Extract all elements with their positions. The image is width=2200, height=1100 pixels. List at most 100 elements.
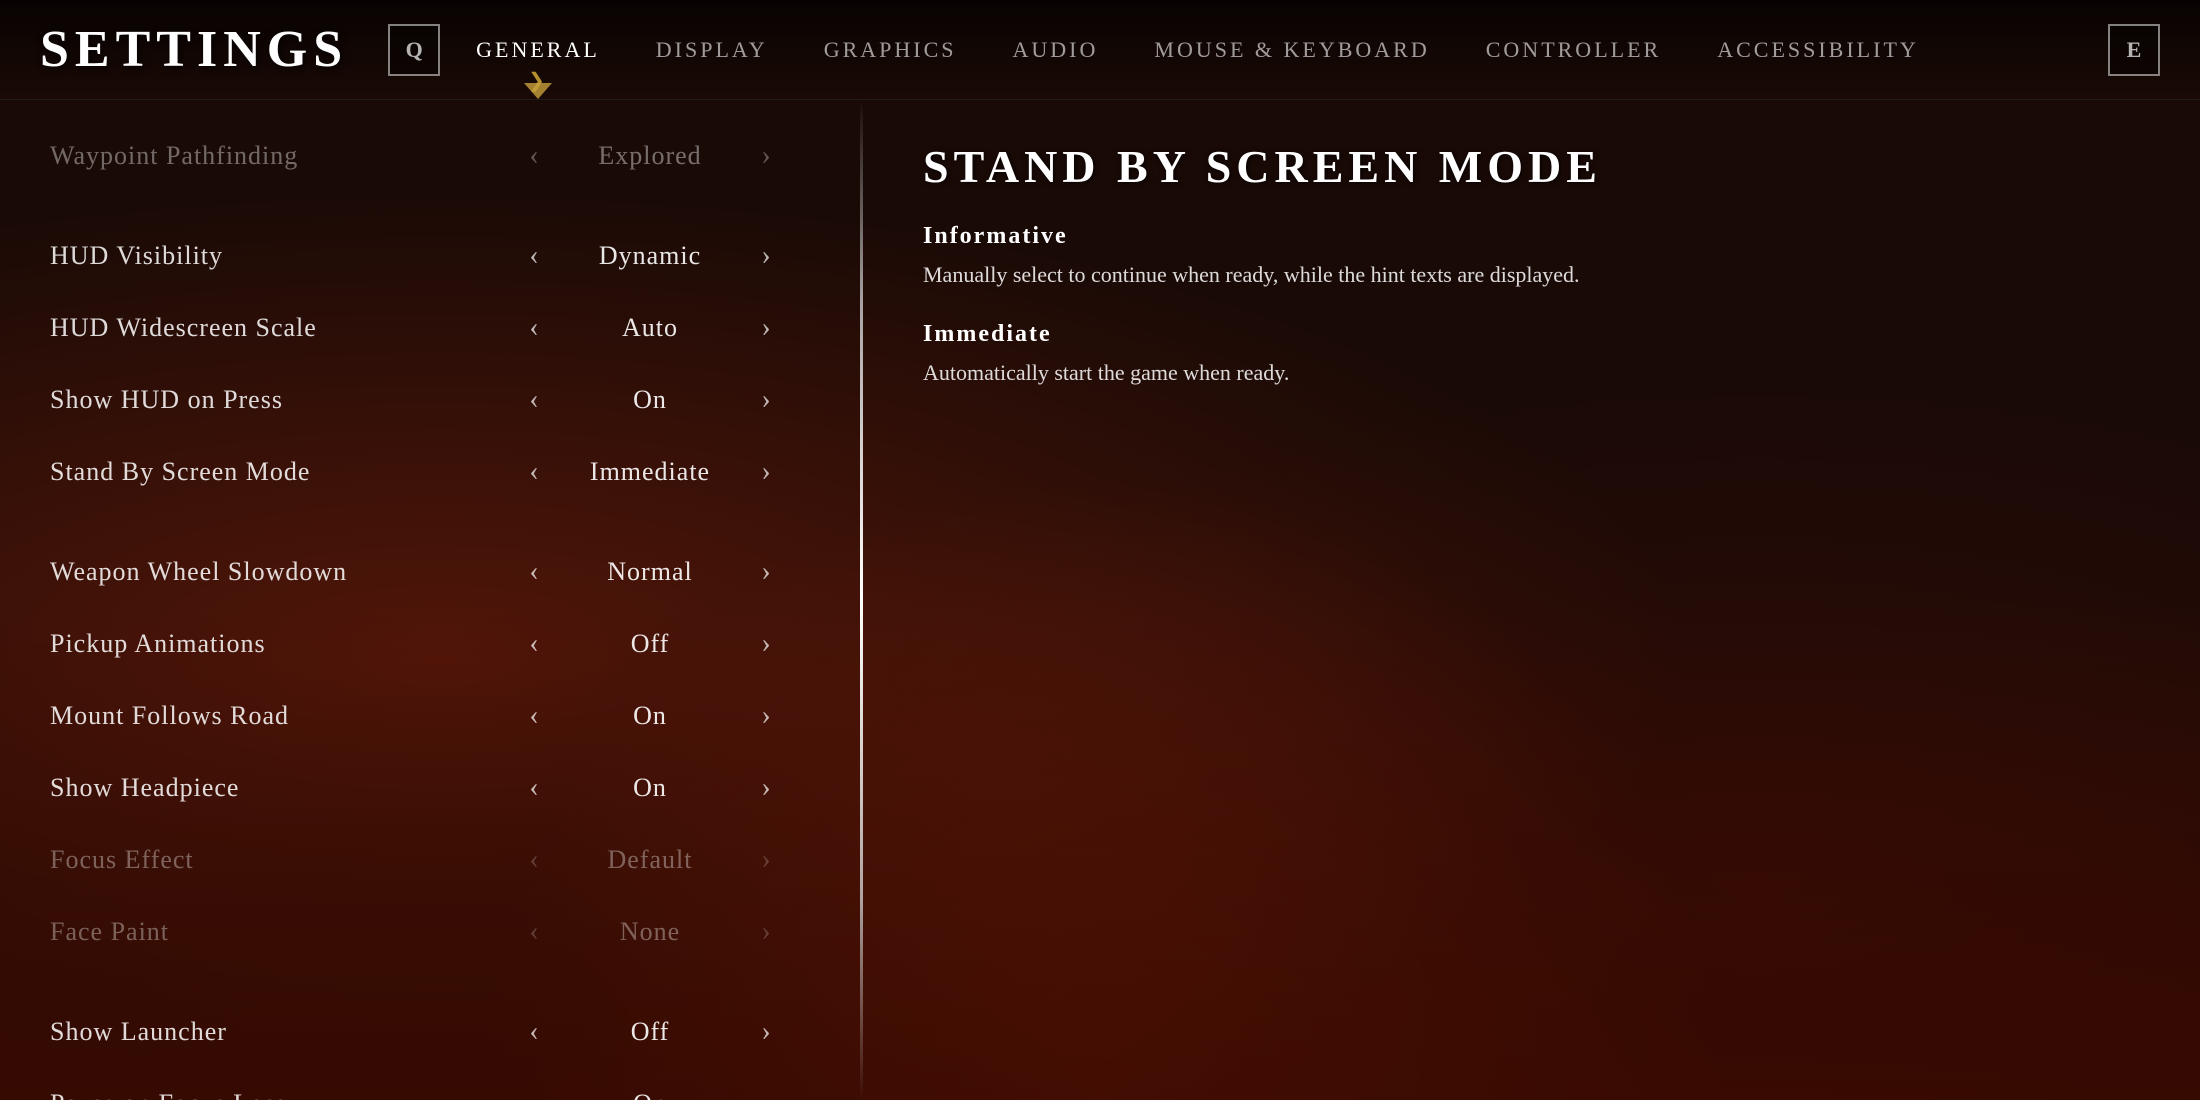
info-panel-title: STAND BY SCREEN MODE bbox=[923, 140, 2140, 193]
arrow-right-hud-visibility[interactable]: › bbox=[750, 242, 782, 270]
setting-row-focus-effect: Focus Effect ‹ Default › bbox=[0, 824, 860, 896]
setting-row-pause-focus-loss: Pause on Focus Loss ‹ On › bbox=[0, 1068, 860, 1100]
setting-control-pickup-animations: ‹ Off › bbox=[490, 629, 810, 659]
arrow-left-show-hud[interactable]: ‹ bbox=[518, 386, 550, 414]
arrow-right-show-launcher[interactable]: › bbox=[750, 1018, 782, 1046]
arrow-left-stand-by[interactable]: ‹ bbox=[518, 458, 550, 486]
setting-control-pause-focus-loss: ‹ On › bbox=[490, 1089, 810, 1100]
active-tab-indicator: ❯ bbox=[528, 68, 548, 93]
arrow-right-show-hud[interactable]: › bbox=[750, 386, 782, 414]
setting-label-mount-follows-road: Mount Follows Road bbox=[50, 701, 490, 731]
arrow-left-show-headpiece[interactable]: ‹ bbox=[518, 774, 550, 802]
setting-row-face-paint: Face Paint ‹ None › bbox=[0, 896, 860, 968]
info-section-informative-title: Informative bbox=[923, 223, 2140, 250]
setting-label-hud-visibility: HUD Visibility bbox=[50, 241, 490, 271]
setting-control-focus-effect: ‹ Default › bbox=[490, 845, 810, 875]
arrow-right-pickup-animations[interactable]: › bbox=[750, 630, 782, 658]
setting-row-hud-visibility: HUD Visibility ‹ Dynamic › bbox=[0, 220, 860, 292]
setting-label-show-launcher: Show Launcher bbox=[50, 1017, 490, 1047]
spacer-2 bbox=[0, 508, 860, 536]
setting-row-show-headpiece: Show Headpiece ‹ On › bbox=[0, 752, 860, 824]
tab-general[interactable]: GENERAL ❯ bbox=[448, 29, 628, 71]
setting-control-show-launcher: ‹ Off › bbox=[490, 1017, 810, 1047]
setting-label-show-headpiece: Show Headpiece bbox=[50, 773, 490, 803]
setting-control-show-hud: ‹ On › bbox=[490, 385, 810, 415]
spacer-1 bbox=[0, 192, 860, 220]
setting-label-show-hud: Show HUD on Press bbox=[50, 385, 490, 415]
setting-value-focus-effect: Default bbox=[570, 845, 730, 875]
setting-value-waypoint: Explored bbox=[570, 141, 730, 171]
arrow-left-pickup-animations[interactable]: ‹ bbox=[518, 630, 550, 658]
setting-label-hud-widescreen: HUD Widescreen Scale bbox=[50, 313, 490, 343]
setting-control-face-paint: ‹ None › bbox=[490, 917, 810, 947]
setting-value-stand-by: Immediate bbox=[570, 457, 730, 487]
setting-value-show-launcher: Off bbox=[570, 1017, 730, 1047]
setting-row-mount-follows-road: Mount Follows Road ‹ On › bbox=[0, 680, 860, 752]
nav-tabs: GENERAL ❯ DISPLAY GRAPHICS AUDIO MOUSE &… bbox=[448, 29, 2108, 71]
setting-row-pickup-animations: Pickup Animations ‹ Off › bbox=[0, 608, 860, 680]
setting-row-show-launcher: Show Launcher ‹ Off › bbox=[0, 996, 860, 1068]
arrow-left-face-paint[interactable]: ‹ bbox=[518, 918, 550, 946]
info-section-immediate-title: Immediate bbox=[923, 321, 2140, 348]
setting-row-faded: Waypoint Pathfinding ‹ Explored › bbox=[0, 120, 860, 192]
setting-control-hud-visibility: ‹ Dynamic › bbox=[490, 241, 810, 271]
arrow-right-stand-by[interactable]: › bbox=[750, 458, 782, 486]
arrow-left-focus-effect[interactable]: ‹ bbox=[518, 846, 550, 874]
setting-value-hud-widescreen: Auto bbox=[570, 313, 730, 343]
main-content: Waypoint Pathfinding ‹ Explored › HUD Vi… bbox=[0, 100, 2200, 1100]
setting-value-pickup-animations: Off bbox=[570, 629, 730, 659]
arrow-left-mount-follows-road[interactable]: ‹ bbox=[518, 702, 550, 730]
settings-panel: Waypoint Pathfinding ‹ Explored › HUD Vi… bbox=[0, 100, 860, 1100]
tab-display[interactable]: DISPLAY bbox=[628, 29, 796, 71]
tab-accessibility[interactable]: ACCESSIBILITY bbox=[1689, 29, 1947, 71]
setting-control-waypoint: ‹ Explored › bbox=[490, 141, 810, 171]
setting-control-mount-follows-road: ‹ On › bbox=[490, 701, 810, 731]
spacer-3 bbox=[0, 968, 860, 996]
setting-label-face-paint: Face Paint bbox=[50, 917, 490, 947]
setting-value-face-paint: None bbox=[570, 917, 730, 947]
arrow-right-hud-widescreen[interactable]: › bbox=[750, 314, 782, 342]
arrow-right-face-paint[interactable]: › bbox=[750, 918, 782, 946]
tab-prev-key[interactable]: Q bbox=[388, 24, 440, 76]
setting-label-weapon-wheel: Weapon Wheel Slowdown bbox=[50, 557, 490, 587]
setting-value-hud-visibility: Dynamic bbox=[570, 241, 730, 271]
setting-label-focus-effect: Focus Effect bbox=[50, 845, 490, 875]
setting-row-stand-by: Stand By Screen Mode ‹ Immediate › bbox=[0, 436, 860, 508]
arrow-left-weapon-wheel[interactable]: ‹ bbox=[518, 558, 550, 586]
arrow-right-waypoint[interactable]: › bbox=[750, 142, 782, 170]
setting-row-weapon-wheel: Weapon Wheel Slowdown ‹ Normal › bbox=[0, 536, 860, 608]
arrow-right-show-headpiece[interactable]: › bbox=[750, 774, 782, 802]
arrow-right-focus-effect[interactable]: › bbox=[750, 846, 782, 874]
setting-control-weapon-wheel: ‹ Normal › bbox=[490, 557, 810, 587]
setting-control-stand-by: ‹ Immediate › bbox=[490, 457, 810, 487]
arrow-left-show-launcher[interactable]: ‹ bbox=[518, 1018, 550, 1046]
arrow-left-hud-visibility[interactable]: ‹ bbox=[518, 242, 550, 270]
setting-label-waypoint: Waypoint Pathfinding bbox=[50, 141, 490, 171]
setting-label-pickup-animations: Pickup Animations bbox=[50, 629, 490, 659]
tab-audio[interactable]: AUDIO bbox=[985, 29, 1127, 71]
info-section-informative-text: Manually select to continue when ready, … bbox=[923, 258, 2140, 291]
setting-value-show-hud: On bbox=[570, 385, 730, 415]
setting-row-show-hud: Show HUD on Press ‹ On › bbox=[0, 364, 860, 436]
setting-value-show-headpiece: On bbox=[570, 773, 730, 803]
arrow-right-mount-follows-road[interactable]: › bbox=[750, 702, 782, 730]
arrow-left-pause-focus-loss[interactable]: ‹ bbox=[518, 1090, 550, 1100]
tab-graphics[interactable]: GRAPHICS bbox=[796, 29, 985, 71]
setting-control-show-headpiece: ‹ On › bbox=[490, 773, 810, 803]
arrow-left-hud-widescreen[interactable]: ‹ bbox=[518, 314, 550, 342]
info-section-immediate-text: Automatically start the game when ready. bbox=[923, 356, 2140, 389]
arrow-left-waypoint[interactable]: ‹ bbox=[518, 142, 550, 170]
setting-value-weapon-wheel: Normal bbox=[570, 557, 730, 587]
info-section-immediate: Immediate Automatically start the game w… bbox=[923, 321, 2140, 389]
setting-value-pause-focus-loss: On bbox=[570, 1089, 730, 1100]
arrow-right-weapon-wheel[interactable]: › bbox=[750, 558, 782, 586]
setting-label-stand-by: Stand By Screen Mode bbox=[50, 457, 490, 487]
setting-row-hud-widescreen: HUD Widescreen Scale ‹ Auto › bbox=[0, 292, 860, 364]
tab-controller[interactable]: CONTROLLER bbox=[1458, 29, 1689, 71]
setting-label-pause-focus-loss: Pause on Focus Loss bbox=[50, 1089, 490, 1100]
info-section-informative: Informative Manually select to continue … bbox=[923, 223, 2140, 291]
info-panel: STAND BY SCREEN MODE Informative Manuall… bbox=[863, 100, 2200, 1100]
arrow-right-pause-focus-loss[interactable]: › bbox=[750, 1090, 782, 1100]
tab-next-key[interactable]: E bbox=[2108, 24, 2160, 76]
tab-mouse-keyboard[interactable]: MOUSE & KEYBOARD bbox=[1126, 29, 1457, 71]
